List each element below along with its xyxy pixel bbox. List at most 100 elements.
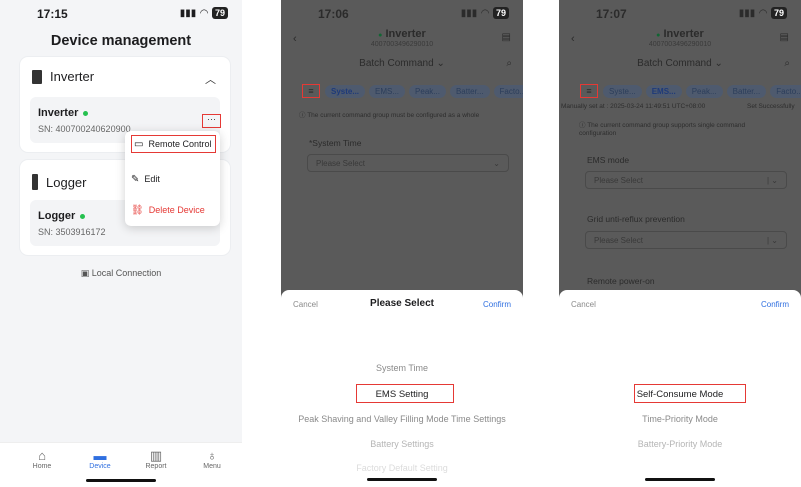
- logger-name-text: Logger: [38, 210, 76, 222]
- logger-sn: SN: 3503916172: [38, 227, 106, 237]
- edit-label: Edit: [144, 174, 160, 184]
- chevron-up-icon[interactable]: ︿: [205, 71, 216, 87]
- status-bar: 17:07 ▮▮▮ ◠ 79: [559, 0, 801, 28]
- nav-serial: 4007003496290010: [648, 41, 712, 48]
- tab-report[interactable]: ▥ Report: [136, 448, 176, 471]
- picker-option[interactable]: Battery-Priority Mode: [559, 439, 801, 449]
- delete-device-label: Delete Device: [148, 205, 205, 215]
- tab-system[interactable]: Syste...: [325, 85, 366, 98]
- info-note-text: The current command group supports singl…: [579, 122, 746, 137]
- edit-menu-item[interactable]: ✎ Edit: [131, 171, 216, 187]
- tab-peak[interactable]: Peak...: [685, 85, 723, 98]
- nav-title: ● Inverter: [281, 28, 523, 40]
- search-icon[interactable]: ⌕: [784, 58, 790, 69]
- home-indicator: [367, 478, 437, 481]
- highlight-box: [634, 384, 746, 403]
- tab-battery[interactable]: Batter...: [726, 85, 767, 98]
- inverter-icon: [32, 69, 42, 84]
- search-icon[interactable]: ⌕: [506, 58, 512, 69]
- picker-option[interactable]: Factory Default Setting: [281, 463, 523, 473]
- ems-mode-label: EMS mode: [587, 155, 630, 165]
- unlink-icon: ⛓: [131, 204, 144, 216]
- picker-sheet: Cancel Confirm Self-Consume Mode Time-Pr…: [559, 290, 801, 487]
- nav-title: ● Inverter: [559, 28, 801, 40]
- logger-card-header[interactable]: Logger: [32, 174, 86, 190]
- status-time: 17:07: [596, 7, 627, 21]
- logger-icon: [32, 174, 38, 190]
- device-context-menu: ▭ Remote Control ✎ Edit ⛓ Delete Device: [125, 131, 220, 226]
- batch-command-dropdown[interactable]: Batch Command ⌄: [281, 58, 523, 69]
- inverter-card-label: Inverter: [50, 69, 95, 84]
- remote-power-on-label: Remote power-on: [587, 276, 655, 286]
- nav-title-text: Inverter: [385, 28, 426, 40]
- remote-control-menu-item[interactable]: ▭ Remote Control: [131, 135, 216, 153]
- online-status-dot: [83, 110, 89, 116]
- status-icons: ▮▮▮ ◠ 79: [461, 7, 509, 19]
- edit-icon: ✎: [131, 173, 140, 185]
- picker-option[interactable]: Battery Settings: [281, 439, 523, 449]
- set-status: Set Successfully: [747, 103, 795, 110]
- batch-command-screen: 17:06 ▮▮▮ ◠ 79 ‹ ● Inverter 400700349629…: [281, 0, 523, 487]
- more-options-button[interactable]: ···: [202, 114, 221, 128]
- info-note-text: The current command group must be config…: [307, 112, 480, 119]
- status-bar: 17:15 ▮▮▮ ◠ 79: [0, 0, 242, 28]
- menu-icon[interactable]: ≡: [580, 84, 598, 98]
- bottom-tab-bar: ⌂ Home ▬ Device ▥ Report ♁ Menu: [0, 442, 242, 487]
- status-bar: 17:06 ▮▮▮ ◠ 79: [281, 0, 523, 28]
- device-icon: ▬: [93, 448, 107, 463]
- home-indicator: [645, 478, 715, 481]
- battery-icon: 79: [770, 7, 787, 19]
- grid-anti-reflux-select[interactable]: Please Select | ⌄: [585, 231, 787, 249]
- page-title: Device management: [50, 33, 192, 49]
- user-icon: ♁: [207, 448, 217, 463]
- tab-system[interactable]: Syste...: [603, 85, 642, 98]
- confirm-button[interactable]: Confirm: [483, 300, 511, 309]
- set-info: Manually set at : 2025-03-24 11:49:51 UT…: [561, 103, 706, 110]
- clipboard-icon[interactable]: ▤: [780, 32, 789, 43]
- picker-option[interactable]: System Time: [281, 363, 523, 373]
- remote-control-label: Remote Control: [148, 139, 212, 149]
- clipboard-icon[interactable]: ▤: [502, 32, 511, 43]
- tab-ems[interactable]: EMS...: [369, 85, 406, 98]
- wifi-icon: ◠: [200, 7, 208, 19]
- menu-icon[interactable]: ≡: [302, 84, 320, 98]
- picker-option[interactable]: Peak Shaving and Valley Filling Mode Tim…: [281, 414, 523, 424]
- monitor-icon: ▭: [134, 138, 144, 150]
- logger-card-label: Logger: [46, 174, 87, 190]
- inverter-card-header[interactable]: Inverter: [32, 69, 94, 84]
- local-connection-label: Local Connection: [91, 268, 162, 278]
- tab-device[interactable]: ▬ Device: [80, 448, 120, 471]
- status-icons: ▮▮▮ ◠ 79: [180, 7, 228, 19]
- confirm-button[interactable]: Confirm: [761, 300, 789, 309]
- home-indicator: [86, 479, 156, 482]
- tab-factory[interactable]: Facto...: [493, 85, 523, 98]
- tab-ems[interactable]: EMS...: [645, 85, 682, 98]
- tab-menu[interactable]: ♁ Menu: [192, 448, 232, 471]
- signal-icon: ▮▮▮: [738, 7, 756, 19]
- chevron-down-icon: | ⌄: [766, 176, 778, 185]
- ems-mode-select[interactable]: Please Select | ⌄: [585, 171, 787, 189]
- report-icon: ▥: [149, 448, 163, 463]
- tab-factory[interactable]: Facto...: [770, 85, 801, 98]
- tab-home-label: Home: [32, 463, 52, 470]
- tab-menu-label: Menu: [203, 463, 221, 470]
- tab-home[interactable]: ⌂ Home: [22, 449, 62, 471]
- battery-icon: 79: [211, 7, 228, 19]
- device-management-screen: 17:15 ▮▮▮ ◠ 79 Device management Inverte…: [0, 0, 242, 487]
- delete-device-menu-item[interactable]: ⛓ Delete Device: [131, 202, 216, 218]
- local-connection-link[interactable]: ▣ Local Connection: [0, 268, 242, 279]
- cancel-button[interactable]: Cancel: [571, 300, 596, 309]
- system-time-select[interactable]: Please Select ⌄: [307, 154, 509, 172]
- grid-anti-reflux-placeholder: Please Select: [594, 236, 643, 245]
- tab-battery[interactable]: Batter...: [449, 85, 490, 98]
- highlight-box: [356, 384, 454, 403]
- command-group-tabs: Syste... EMS... Peak... Batter... Facto.…: [603, 85, 801, 98]
- ems-mode-placeholder: Please Select: [594, 176, 643, 185]
- local-connection-icon: ▣: [80, 268, 90, 278]
- picker-option[interactable]: Time-Priority Mode: [559, 414, 801, 424]
- batch-command-label: Batch Command: [359, 58, 434, 69]
- info-icon: ⓘ: [579, 122, 586, 129]
- tab-peak[interactable]: Peak...: [409, 85, 446, 98]
- batch-command-dropdown[interactable]: Batch Command ⌄: [559, 58, 801, 69]
- status-time: 17:06: [318, 7, 349, 21]
